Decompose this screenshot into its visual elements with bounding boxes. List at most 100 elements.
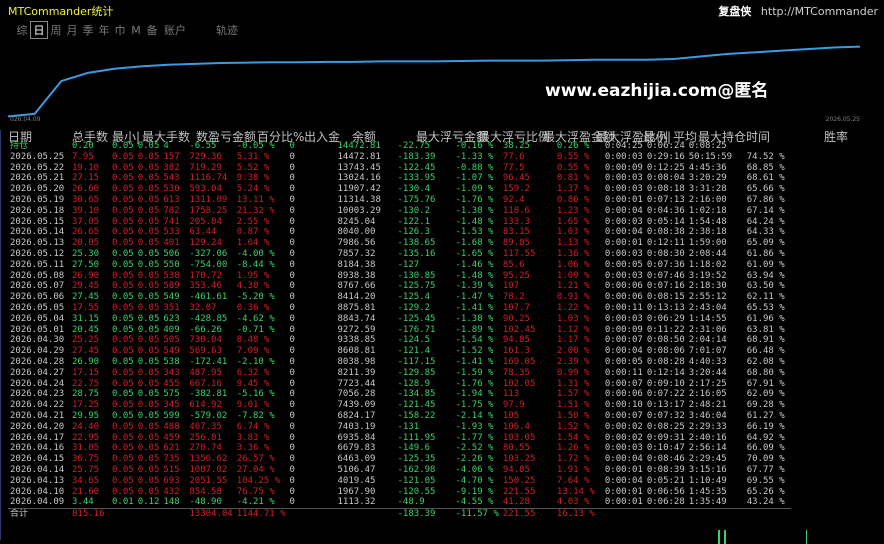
cell: -117.15 xyxy=(397,356,436,367)
cell: 0 xyxy=(289,335,295,346)
cell: 0.05 xyxy=(112,184,134,195)
cell: 593.04 xyxy=(189,184,222,195)
cell: 0:08:15 xyxy=(646,292,685,303)
cell: 0 xyxy=(289,400,295,411)
table-row[interactable]: 2026.05.20 26.60 0.05 0.05 530 593.04 5.24 % 0 1… xyxy=(8,184,791,195)
table-row[interactable]: 2026.05.14 26.65 0.05 0.05 533 63.44 0.87 % 0 80… xyxy=(8,227,791,238)
total-row[interactable]: 合计 815.16 13304.04 1144.71 % -183.39 -11.57 %… xyxy=(8,508,791,520)
cell: -7.82 % xyxy=(236,410,275,421)
table-row[interactable]: 2026.04.24 22.75 0.05 0.05 455 667.16 9.45 % 0 7… xyxy=(8,379,791,390)
table-row[interactable]: 2026.05.04 31.15 0.05 0.05 623 -428.85 -4.62 %… xyxy=(8,314,791,325)
cell: 2:18:30 xyxy=(688,281,727,292)
cell: 0:00:02 xyxy=(604,421,643,432)
table-row[interactable]: 2026.05.21 27.15 0.05 0.05 543 1116.74 9.38 % 0… xyxy=(8,173,791,184)
cell: 13304.04 xyxy=(187,508,235,520)
table-row[interactable]: 2026.04.28 26.90 0.05 0.05 538 -172.41 -2.10 %… xyxy=(8,357,791,368)
cell: 0 xyxy=(289,356,295,367)
cell: 68.80 % xyxy=(746,367,785,378)
table-row[interactable]: 2026.04.29 27.45 0.05 0.05 549 569.63 7.09 % 0 8… xyxy=(8,346,791,357)
table-row[interactable]: 2026.04.20 24.40 0.05 0.05 488 467.35 6.74 % 0 7… xyxy=(8,422,791,433)
cell: 9.01 % xyxy=(236,400,270,411)
cell: 102.05 xyxy=(502,378,536,389)
table-row[interactable]: 2026.05.12 25.30 0.05 0.05 506 -327.06 -4.00 %… xyxy=(8,249,791,260)
table-row[interactable]: 2026.04.10 21.60 0.05 0.05 432 854.58 76.75 % 0… xyxy=(8,487,791,498)
table-row[interactable]: 2026.04.17 22.95 0.05 0.05 459 256.01 3.83 % 0 6… xyxy=(8,433,791,444)
cell: 693 xyxy=(163,475,180,486)
table-row[interactable]: 2026.05.18 39.10 0.05 0.05 782 1758.25 21.32 %… xyxy=(8,206,791,217)
cell: 0.05 xyxy=(137,313,160,324)
table-row[interactable]: 2026.05.05 17.55 0.05 0.05 351 32.07 0.36 % 0 88… xyxy=(8,303,791,314)
table-row[interactable]: 2026.05.25 7.95 0.05 0.05 157 729.36 5.31 % 0 14… xyxy=(8,152,791,163)
cell: -1.09 % xyxy=(455,184,494,195)
cell: 3:46:04 xyxy=(688,410,727,421)
cell: 1.09 % xyxy=(556,270,590,281)
table-row[interactable]: 2026.04.30 25.25 0.05 0.05 505 730.04 8.48 % 0 9… xyxy=(8,335,791,346)
table-row[interactable]: 2026.04.22 17.25 0.05 0.05 345 614.92 9.01 % 0 7… xyxy=(8,400,791,411)
table-row[interactable]: 2026.05.08 26.90 0.05 0.05 538 170.72 1.95 % 0 8… xyxy=(8,271,791,282)
cell: 2:31:06 xyxy=(688,324,727,335)
cell: 62.08 % xyxy=(746,356,785,367)
table-row[interactable]: 2026.04.13 34.65 0.05 0.05 693 2051.55 104.25 … xyxy=(8,476,791,487)
table-row[interactable]: 2026.05.07 29.45 0.05 0.05 589 353.46 4.30 % 0 8… xyxy=(8,281,791,292)
table-row[interactable]: 2026.04.21 29.95 0.05 0.05 599 -579.02 -7.82 %… xyxy=(8,411,791,422)
cell: 401 xyxy=(163,238,180,249)
cell: 5.24 % xyxy=(236,184,270,195)
table-row[interactable]: 2026.04.16 31.05 0.05 0.05 621 270.74 3.36 % 0 6… xyxy=(8,443,791,454)
cell: 0.05 xyxy=(137,184,160,195)
position-row[interactable]: 持仓 0.20 0.05 0.05 4 -6.55 -0.05 % 0 14472.81 -22.… xyxy=(8,141,791,152)
balance-curve-chart xyxy=(8,45,860,118)
cell: 2026.05.22 xyxy=(10,162,65,173)
cell: 599 xyxy=(163,410,180,421)
cell: 2026.05.07 xyxy=(10,281,65,292)
table-row[interactable]: 2026.04.27 17.15 0.05 0.05 343 487.95 6.32 % 0 8… xyxy=(8,368,791,379)
cell: 1:10:49 xyxy=(688,475,727,486)
cell: 9.45 % xyxy=(236,378,270,389)
column-header-15[interactable]: 胜率 xyxy=(824,128,848,145)
cell: 0.05 xyxy=(112,313,134,324)
cell: 96.45 xyxy=(502,173,530,184)
cell: -175.76 xyxy=(397,194,436,205)
cell: -1.89 % xyxy=(455,324,494,335)
cell: -2.52 % xyxy=(455,443,494,454)
table-row[interactable]: 2026.05.06 27.45 0.05 0.05 549 -461.61 -5.20 %… xyxy=(8,292,791,303)
cell: 0:00:01 xyxy=(604,464,643,475)
table-row[interactable]: 2026.04.14 25.75 0.05 0.05 515 1087.02 27.04 %… xyxy=(8,465,791,476)
table-row[interactable]: 2026.05.13 20.05 0.05 0.05 401 129.24 1.64 % 0 7… xyxy=(8,238,791,249)
cell: 0:08:25 xyxy=(646,421,685,432)
cell: 170.72 xyxy=(189,270,222,281)
cell: 6463.09 xyxy=(337,454,376,465)
cell: 0.05 xyxy=(137,238,160,249)
table-row[interactable]: 2026.04.09 3.44 0.01 0.12 148 -48.90 -4.21 % 0 1… xyxy=(8,497,791,508)
cell: 61.96 % xyxy=(746,313,785,324)
cell: 549 xyxy=(163,346,180,357)
cell: 0 xyxy=(289,248,295,259)
cell: 29.95 xyxy=(72,410,100,421)
cell xyxy=(110,508,136,520)
table-row[interactable]: 2026.04.23 28.75 0.05 0.05 575 -382.81 -5.16 %… xyxy=(8,389,791,400)
cell: 2:29:33 xyxy=(688,421,727,432)
brand-area: 复盘侠 http://MTCommander xyxy=(718,3,878,19)
cell: 66.48 % xyxy=(746,346,785,357)
cell: -4.06 % xyxy=(455,464,494,475)
cell: 64.33 % xyxy=(746,227,785,238)
cell: 0.05 xyxy=(137,141,160,151)
table-row[interactable]: 2026.05.01 20.45 0.05 0.05 409 -66.26 -0.71 % 0… xyxy=(8,325,791,336)
table-row[interactable]: 2026.05.15 37.05 0.05 0.05 741 205.04 2.55 % 0 8… xyxy=(8,217,791,228)
cell: 30.65 xyxy=(72,194,100,205)
cell: 27.45 xyxy=(72,292,100,303)
cell: -1.94 % xyxy=(455,389,494,400)
table-row[interactable]: 2026.05.11 27.50 0.05 0.05 550 -754.00 -8.44 %… xyxy=(8,260,791,271)
cell: 11907.42 xyxy=(337,184,381,195)
cell: 36.75 xyxy=(72,454,100,465)
table-row[interactable]: 2026.05.19 30.65 0.05 0.05 613 1311.09 13.11 %… xyxy=(8,195,791,206)
table-row[interactable]: 2026.05.22 19.10 0.05 0.05 382 719.29 5.52 % 0 1… xyxy=(8,163,791,174)
table-row[interactable]: 2026.04.15 36.75 0.05 0.05 735 1356.62 26.57 %… xyxy=(8,454,791,465)
cell: 0.05 xyxy=(137,432,160,443)
cell: -1.77 % xyxy=(455,432,494,443)
cell: 14472.81 xyxy=(337,151,381,162)
cell: 2026.05.20 xyxy=(10,184,65,195)
cell: 3:15:16 xyxy=(688,464,727,475)
cell: 0 xyxy=(289,173,295,184)
cell: 22.95 xyxy=(72,432,100,443)
cell: -183.39 xyxy=(397,151,436,162)
